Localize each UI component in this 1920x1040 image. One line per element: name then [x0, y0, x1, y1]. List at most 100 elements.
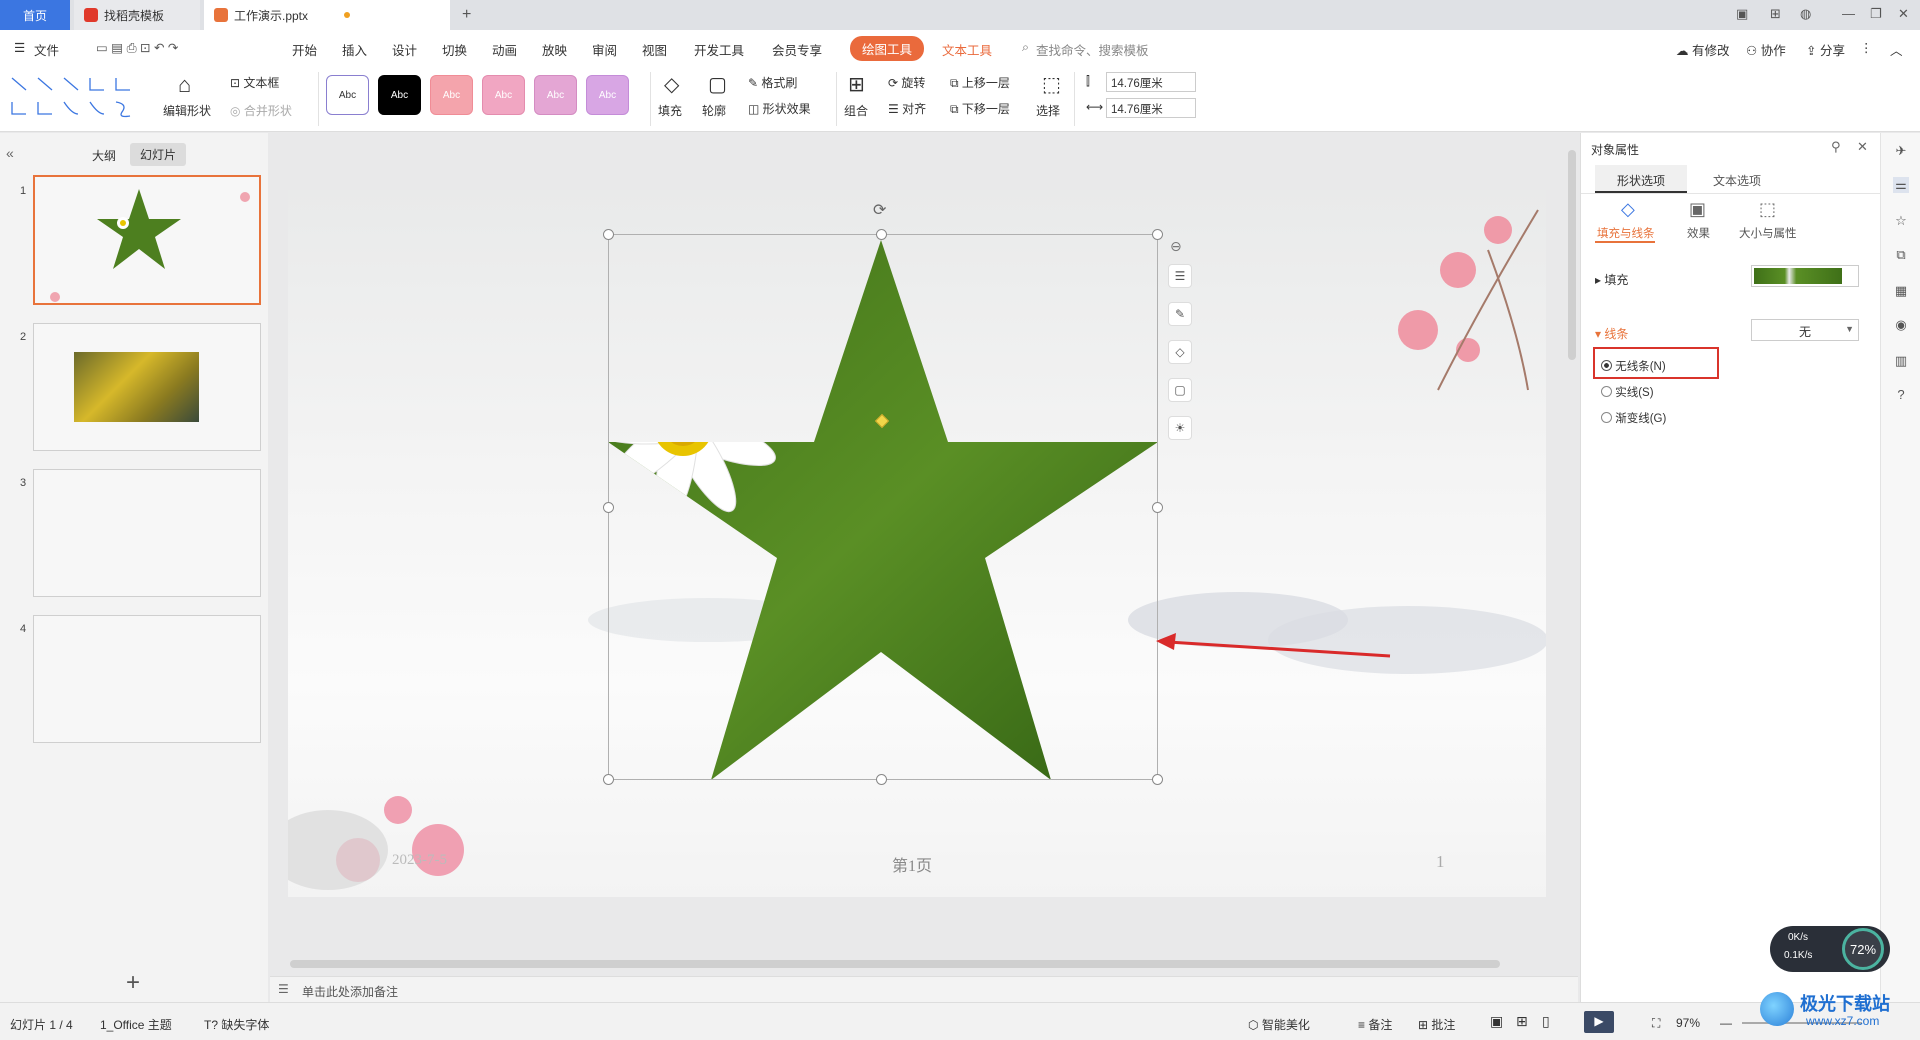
resize-handle[interactable]: [603, 229, 614, 240]
shape-style-swatch[interactable]: Abc: [534, 75, 577, 115]
align-button[interactable]: ☰ 对齐: [888, 100, 926, 117]
missing-font-button[interactable]: T? 缺失字体: [204, 1016, 269, 1033]
rotate-handle-icon[interactable]: ⟳: [873, 200, 886, 220]
height-input[interactable]: 14.76厘米: [1106, 72, 1196, 92]
pin-icon[interactable]: ⚲: [1831, 139, 1841, 155]
radio-solid-line[interactable]: 实线(S): [1601, 384, 1654, 400]
sorter-view-icon[interactable]: ⊞: [1516, 1013, 1528, 1030]
tab-text-tools[interactable]: 文本工具: [942, 40, 992, 59]
width-input[interactable]: 14.76厘米: [1106, 98, 1196, 118]
smart-beauty-button[interactable]: ⬡ 智能美化: [1248, 1016, 1310, 1033]
tab-drawing-tools[interactable]: 绘图工具: [850, 36, 925, 61]
book-icon[interactable]: ▥: [1893, 353, 1909, 369]
subtab-effect[interactable]: 效果: [1687, 225, 1710, 241]
slide-thumbnail-1[interactable]: [33, 175, 261, 305]
resize-handle[interactable]: [876, 774, 887, 785]
copy-icon[interactable]: ⧉: [1893, 247, 1909, 263]
slide-thumbnail-3[interactable]: [33, 469, 261, 597]
notes-bar[interactable]: ☰ 单击此处添加备注: [270, 976, 1578, 1002]
line-shapes-gallery[interactable]: [8, 72, 143, 124]
collab-button[interactable]: ⚇ 协作: [1746, 40, 1786, 59]
select-icon[interactable]: ⬚: [1042, 72, 1061, 97]
textbox-button[interactable]: ⊡ 文本框: [230, 74, 279, 91]
horizontal-scrollbar[interactable]: [290, 960, 1500, 968]
vertical-scrollbar[interactable]: [1568, 150, 1576, 360]
modified-button[interactable]: ☁ 有修改: [1676, 40, 1730, 59]
outline-tab[interactable]: 大纲: [92, 147, 116, 164]
apps-grid-icon[interactable]: ⊞: [1770, 6, 1781, 22]
theme-name[interactable]: 1_Office 主题: [100, 1016, 172, 1033]
slide-thumbnail-4[interactable]: [33, 615, 261, 743]
comments-button[interactable]: ⊞ 批注: [1418, 1016, 1455, 1033]
notes-placeholder[interactable]: 单击此处添加备注: [302, 983, 398, 1000]
tab-menu-1[interactable]: 插入: [342, 40, 367, 59]
tab-menu-8[interactable]: 开发工具: [694, 40, 744, 59]
radio-no-line[interactable]: 无线条(N): [1601, 358, 1666, 374]
fit-window-icon[interactable]: ⛶: [1652, 1016, 1660, 1031]
location-icon[interactable]: ◉: [1893, 317, 1909, 333]
tab-document[interactable]: 工作演示.pptx: [204, 0, 450, 30]
slides-tab[interactable]: 幻灯片: [130, 143, 187, 166]
subtab-fill-line[interactable]: 填充与线条: [1597, 225, 1655, 241]
layers-icon[interactable]: ☰: [1168, 264, 1192, 288]
effect-icon[interactable]: ▣: [1689, 199, 1706, 220]
network-widget[interactable]: 0K/s 0.1K/s 72%: [1770, 926, 1890, 972]
tab-menu-6[interactable]: 审阅: [592, 40, 617, 59]
group-icon[interactable]: ⊞: [848, 72, 865, 97]
shape-style-swatch[interactable]: Abc: [378, 75, 421, 115]
close-window-icon[interactable]: ✕: [1898, 6, 1909, 22]
slide[interactable]: ⟳ ⊖ ☰ ✎ ◇ ▢ ☀ 2023-7-5 第1页 1: [288, 190, 1546, 897]
new-tab-icon[interactable]: +: [462, 6, 471, 24]
resize-handle[interactable]: [876, 229, 887, 240]
skin-icon[interactable]: ◍: [1800, 6, 1811, 22]
fill-icon[interactable]: ◇: [664, 72, 679, 97]
group-button[interactable]: 组合: [844, 102, 868, 119]
image-icon[interactable]: ▦: [1893, 283, 1909, 299]
tab-home[interactable]: 首页: [0, 0, 70, 30]
command-search-input[interactable]: 查找命令、搜索模板: [1036, 40, 1149, 59]
tab-menu-5[interactable]: 放映: [542, 40, 567, 59]
file-menu[interactable]: 文件: [34, 40, 59, 59]
subtab-size-props[interactable]: 大小与属性: [1739, 225, 1797, 241]
tab-menu-9[interactable]: 会员专享: [772, 40, 822, 59]
share-button[interactable]: ⇪ 分享: [1806, 40, 1845, 59]
shape-style-swatch[interactable]: Abc: [430, 75, 473, 115]
tab-menu-4[interactable]: 动画: [492, 40, 517, 59]
fill-section-toggle[interactable]: ▸ 填充: [1595, 271, 1628, 288]
pen-icon[interactable]: ✎: [1168, 302, 1192, 326]
outline-frame-icon[interactable]: ▢: [1168, 378, 1192, 402]
normal-view-icon[interactable]: ▣: [1490, 1013, 1503, 1030]
close-panel-icon[interactable]: ✕: [1857, 139, 1868, 155]
edit-shape-icon[interactable]: ⌂: [178, 72, 191, 98]
window-layout-icon[interactable]: ▣: [1736, 6, 1748, 22]
resize-handle[interactable]: [603, 502, 614, 513]
format-brush-button[interactable]: ✎ 格式刷: [748, 74, 797, 91]
rocket-icon[interactable]: ✈: [1893, 143, 1909, 159]
reading-view-icon[interactable]: ▯: [1542, 1013, 1550, 1030]
tab-template[interactable]: 找稻壳模板: [74, 0, 200, 30]
outline-button[interactable]: 轮廓: [702, 102, 726, 119]
zoom-level[interactable]: 97%: [1676, 1016, 1700, 1030]
fill-picker[interactable]: [1751, 265, 1859, 287]
fill-bucket-icon[interactable]: ◇: [1168, 340, 1192, 364]
radio-gradient-line[interactable]: 渐变线(G): [1601, 410, 1666, 426]
tab-menu-3[interactable]: 切换: [442, 40, 467, 59]
properties-icon[interactable]: ⚌: [1893, 177, 1909, 193]
line-section-toggle[interactable]: ▾ 线条: [1595, 325, 1628, 342]
play-icon[interactable]: ▶: [1584, 1011, 1614, 1033]
bring-forward-button[interactable]: ⧉ 上移一层: [950, 74, 1010, 91]
edit-shape-button[interactable]: 编辑形状: [163, 102, 211, 119]
quick-access-icons[interactable]: ▭ ▤ ⎙ ⊡ ↶ ↷: [96, 40, 178, 56]
slide-thumbnail-2[interactable]: [33, 323, 261, 451]
size-icon[interactable]: ⬚: [1759, 199, 1776, 220]
resize-handle[interactable]: [1152, 229, 1163, 240]
merge-shape-button[interactable]: ◎ 合并形状: [230, 102, 292, 119]
tab-text-options[interactable]: 文本选项: [1691, 165, 1783, 193]
add-slide-button[interactable]: +: [126, 969, 140, 997]
fill-button[interactable]: 填充: [658, 102, 682, 119]
collapse-panel-icon[interactable]: «: [6, 145, 14, 161]
rotate-button[interactable]: ⟳ 旋转: [888, 74, 925, 91]
help-icon[interactable]: ?: [1893, 387, 1909, 403]
panel-title[interactable]: 对象属性: [1591, 141, 1639, 158]
tab-shape-options[interactable]: 形状选项: [1595, 165, 1687, 193]
